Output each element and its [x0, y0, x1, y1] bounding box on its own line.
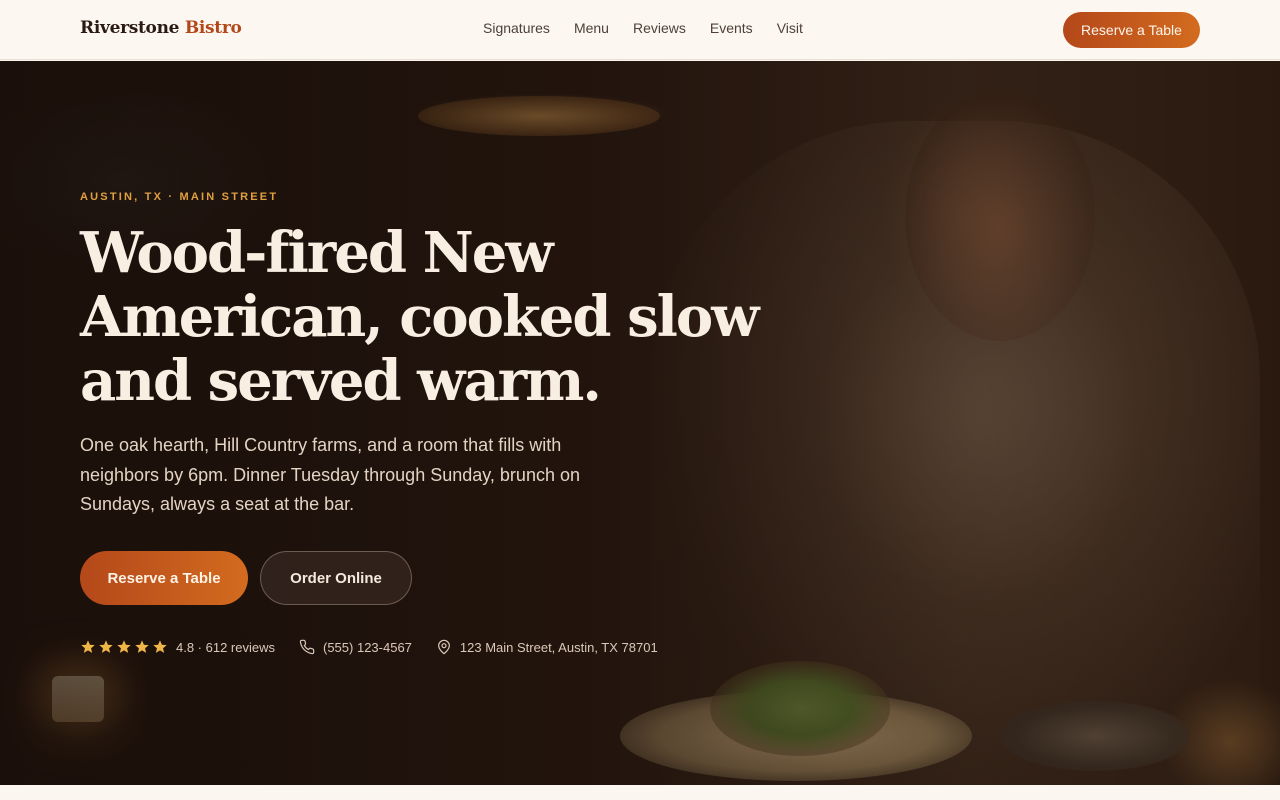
logo[interactable]: Riverstone Bistro [80, 18, 242, 38]
main-nav: Signatures Menu Reviews Events Visit [483, 20, 803, 36]
star-icon [153, 640, 167, 653]
star-icon [81, 640, 95, 653]
nav-reviews[interactable]: Reviews [633, 20, 686, 36]
star-icon [135, 640, 149, 653]
logo-primary: Riverstone [80, 18, 180, 38]
hero-eyebrow: AUSTIN, TX · MAIN STREET [80, 191, 279, 203]
phone-number: (555) 123-4567 [323, 639, 412, 655]
header-reserve-button[interactable]: Reserve a Table [1063, 12, 1200, 48]
star-icon [117, 640, 131, 653]
map-pin-icon [437, 639, 450, 655]
reserve-table-button[interactable]: Reserve a Table [80, 551, 248, 605]
phone-icon [299, 639, 315, 655]
address-link[interactable]: 123 Main Street, Austin, TX 78701 [436, 639, 658, 655]
address-text: 123 Main Street, Austin, TX 78701 [459, 639, 658, 655]
hero-headline: Wood-fired New American, cooked slow and… [80, 220, 759, 414]
rating-stars [80, 639, 168, 655]
rating[interactable]: 4.8 · 612 reviews [80, 639, 275, 655]
hero-section: AUSTIN, TX · MAIN STREET Wood-fired New … [0, 61, 1280, 785]
star-icon [99, 640, 113, 653]
rating-text: 4.8 · 612 reviews [176, 639, 275, 655]
site-header: Riverstone Bistro Signatures Menu Review… [0, 0, 1280, 60]
phone-link[interactable]: (555) 123-4567 [299, 639, 412, 655]
page-below-fold [0, 785, 1280, 800]
nav-events[interactable]: Events [710, 20, 753, 36]
nav-signatures[interactable]: Signatures [483, 20, 550, 36]
logo-accent: Bistro [184, 18, 242, 38]
nav-visit[interactable]: Visit [777, 20, 803, 36]
order-online-button[interactable]: Order Online [260, 551, 412, 605]
hero-overlay [0, 61, 1280, 785]
hero-subtext: One oak hearth, Hill Country farms, and … [80, 435, 580, 514]
nav-menu[interactable]: Menu [574, 20, 609, 36]
hero-meta: 4.8 · 612 reviews (555) 123-4567 123 Mai… [80, 636, 658, 658]
